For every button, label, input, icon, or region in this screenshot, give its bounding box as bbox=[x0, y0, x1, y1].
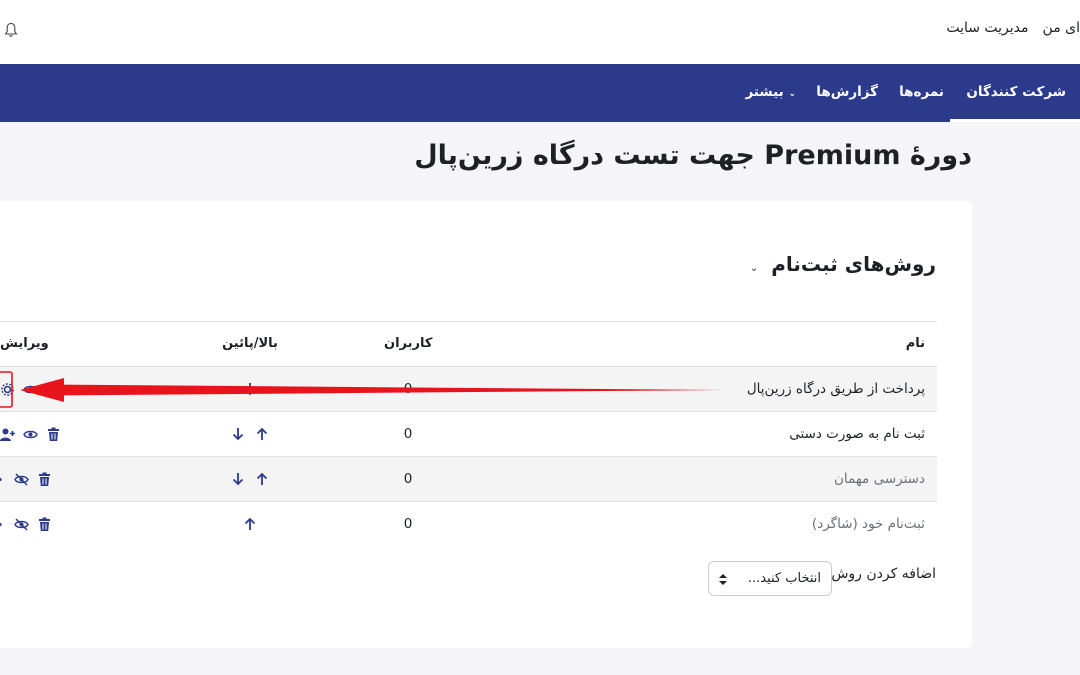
cog-icon[interactable] bbox=[0, 472, 6, 487]
tab-grades-label: نمره‌ها bbox=[899, 84, 944, 100]
arrow-down-icon[interactable] bbox=[231, 472, 245, 486]
enrol-users-icon[interactable] bbox=[0, 427, 15, 442]
tab-more[interactable]: بیشتر ⌄ bbox=[746, 64, 800, 122]
arrow-up-icon[interactable] bbox=[255, 472, 269, 486]
method-name: دسترسی مهمان bbox=[834, 471, 925, 487]
header-users: کاربران bbox=[384, 336, 433, 351]
trash-icon[interactable] bbox=[37, 517, 52, 532]
course-navigation: شرکت کنندگان نمره‌ها گزارش‌ها بیشتر ⌄ bbox=[0, 64, 1080, 122]
updown-cell bbox=[218, 367, 282, 412]
method-users: 0 bbox=[403, 381, 413, 397]
method-users: 0 bbox=[403, 471, 413, 487]
add-method-select[interactable]: انتخاب کنید... bbox=[708, 561, 832, 596]
cog-icon[interactable] bbox=[0, 382, 15, 397]
header-edit: ویرایش bbox=[0, 336, 49, 351]
arrow-down-icon[interactable] bbox=[231, 427, 245, 441]
table-row: ثبت نام به صورت دستی 0 bbox=[0, 411, 937, 456]
bell-icon[interactable] bbox=[4, 22, 18, 38]
tab-participants[interactable]: شرکت کنندگان bbox=[950, 64, 1080, 122]
my-courses-link[interactable]: ای من bbox=[1043, 20, 1080, 36]
tab-reports[interactable]: گزارش‌ها bbox=[816, 64, 878, 122]
chevron-down-icon: ⌄ bbox=[749, 263, 759, 274]
updown-cell bbox=[218, 502, 282, 547]
method-users: 0 bbox=[403, 516, 413, 532]
trash-icon[interactable] bbox=[46, 427, 61, 442]
edit-cell bbox=[0, 502, 52, 547]
select-caret-icon bbox=[719, 574, 727, 585]
arrow-down-icon[interactable] bbox=[243, 382, 257, 396]
table-header-row: نام کاربران بالا/پائین ویرایش bbox=[0, 321, 937, 366]
section-title[interactable]: روش‌های ثبت‌نام ⌄ bbox=[750, 252, 936, 276]
table-row: پرداخت از طریق درگاه زرین‌پال 0 bbox=[0, 366, 937, 411]
arrow-up-icon[interactable] bbox=[255, 427, 269, 441]
add-method-select-value: انتخاب کنید... bbox=[747, 571, 821, 586]
edit-cell bbox=[0, 457, 52, 502]
top-bar: مدیریت سایت ای من bbox=[0, 0, 1080, 64]
top-links: مدیریت سایت ای من bbox=[946, 20, 1080, 36]
eye-slash-icon[interactable] bbox=[14, 472, 29, 487]
header-name: نام bbox=[905, 336, 925, 351]
method-name: پرداخت از طریق درگاه زرین‌پال bbox=[746, 381, 925, 397]
edit-cell bbox=[0, 367, 38, 412]
eye-slash-icon[interactable] bbox=[14, 517, 29, 532]
method-users: 0 bbox=[403, 426, 413, 442]
arrow-up-icon[interactable] bbox=[243, 517, 257, 531]
tab-more-label: بیشتر bbox=[745, 84, 784, 100]
chevron-down-icon: ⌄ bbox=[788, 89, 796, 99]
section-title-text: روش‌های ثبت‌نام bbox=[771, 252, 936, 276]
table-row: دسترسی مهمان 0 bbox=[0, 456, 937, 501]
tab-reports-label: گزارش‌ها bbox=[816, 84, 878, 100]
enrolment-methods-table: نام کاربران بالا/پائین ویرایش پرداخت از … bbox=[0, 321, 937, 546]
header-updown: بالا/پائین bbox=[222, 336, 278, 351]
tab-participants-label: شرکت کنندگان bbox=[966, 84, 1066, 100]
eye-icon[interactable] bbox=[23, 427, 38, 442]
method-name: ثبت‌نام خود (شاگرد) bbox=[811, 516, 925, 532]
site-admin-link[interactable]: مدیریت سایت bbox=[946, 20, 1028, 36]
add-method-label: اضافه کردن روش bbox=[831, 566, 936, 582]
updown-cell bbox=[218, 412, 282, 457]
edit-cell bbox=[0, 412, 61, 457]
tab-grades[interactable]: نمره‌ها bbox=[899, 64, 944, 122]
updown-cell bbox=[218, 457, 282, 502]
trash-icon[interactable] bbox=[37, 472, 52, 487]
table-row: ثبت‌نام خود (شاگرد) 0 bbox=[0, 501, 937, 546]
cog-icon[interactable] bbox=[0, 517, 6, 532]
page-title: دورهٔ Premium جهت تست درگاه زرین‌پال bbox=[414, 140, 972, 171]
eye-icon[interactable] bbox=[23, 382, 38, 397]
method-name: ثبت نام به صورت دستی bbox=[789, 426, 925, 442]
